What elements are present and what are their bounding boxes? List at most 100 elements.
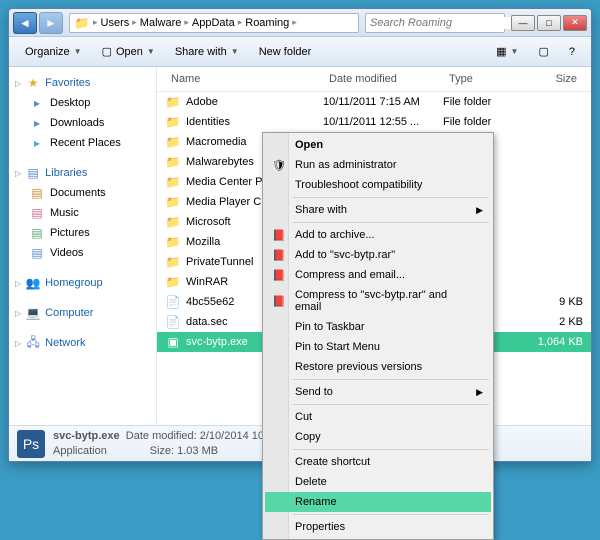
col-size[interactable]: Size: [523, 71, 583, 87]
computer-icon: 💻: [25, 305, 41, 321]
menu-separator: [293, 197, 489, 198]
sidebar-icon: ▤: [29, 185, 45, 201]
menu-icon: 📕: [271, 267, 287, 283]
sidebar-item[interactable]: ▸Recent Places: [11, 133, 154, 153]
close-button[interactable]: ✕: [563, 15, 587, 31]
menu-item[interactable]: 📕 Add to "svc-bytp.rar": [265, 245, 491, 265]
preview-button[interactable]: ▢: [530, 42, 556, 61]
menu-item[interactable]: Pin to Taskbar: [265, 317, 491, 337]
column-headers: Name Date modified Type Size: [157, 67, 591, 92]
sidebar-homegroup[interactable]: ▷👥Homegroup: [11, 273, 154, 293]
file-icon: 📁: [165, 114, 181, 130]
sidebar-item[interactable]: ▤Music: [11, 203, 154, 223]
menu-item[interactable]: Open: [265, 135, 491, 155]
menu-icon: 📕: [271, 293, 287, 309]
star-icon: ★: [25, 75, 41, 91]
breadcrumb[interactable]: Users: [101, 17, 130, 29]
sidebar-icon: ▤: [29, 205, 45, 221]
menu-item[interactable]: Delete: [265, 472, 491, 492]
menu-item[interactable]: 🛡 Run as administrator: [265, 155, 491, 175]
file-icon: 📁: [165, 94, 181, 110]
sidebar-item[interactable]: ▤Videos: [11, 243, 154, 263]
menu-item[interactable]: Cut: [265, 407, 491, 427]
file-icon: 📁: [165, 154, 181, 170]
file-icon: 📁: [165, 174, 181, 190]
col-type[interactable]: Type: [443, 71, 523, 87]
toolbar: Organize▼ ▢Open▼ Share with▼ New folder …: [9, 37, 591, 67]
menu-separator: [293, 222, 489, 223]
file-icon: 📁: [165, 234, 181, 250]
submenu-arrow: ▶: [476, 387, 483, 398]
sidebar: ▷★Favorites ▸Desktop▸Downloads▸Recent Pl…: [9, 67, 157, 425]
sidebar-item[interactable]: ▤Documents: [11, 183, 154, 203]
menu-item[interactable]: Copy: [265, 427, 491, 447]
sidebar-icon: ▸: [29, 135, 45, 151]
menu-separator: [293, 404, 489, 405]
help-button[interactable]: ?: [561, 43, 583, 61]
menu-separator: [293, 449, 489, 450]
back-button[interactable]: ◄: [13, 12, 37, 34]
menu-item[interactable]: Properties: [265, 517, 491, 537]
breadcrumb[interactable]: Malware: [140, 17, 182, 29]
file-icon: 📄: [165, 314, 181, 330]
file-icon: 📁: [165, 134, 181, 150]
menu-item[interactable]: Send to ▶: [265, 382, 491, 402]
menu-item[interactable]: 📕 Compress to "svc-bytp.rar" and email: [265, 285, 491, 317]
search-input[interactable]: [370, 17, 513, 29]
sidebar-item[interactable]: ▸Desktop: [11, 93, 154, 113]
file-icon: 📄: [165, 294, 181, 310]
menu-item[interactable]: Rename: [265, 492, 491, 512]
sidebar-libraries[interactable]: ▷▤Libraries: [11, 163, 154, 183]
sidebar-item[interactable]: ▤Pictures: [11, 223, 154, 243]
organize-button[interactable]: Organize▼: [17, 43, 90, 61]
forward-button[interactable]: ►: [39, 12, 63, 34]
titlebar: ◄ ► 📁 ▸ Users▸ Malware▸ AppData▸ Roaming…: [9, 9, 591, 37]
sidebar-icon: ▸: [29, 95, 45, 111]
file-icon: 📁: [165, 194, 181, 210]
menu-item[interactable]: Share with ▶: [265, 200, 491, 220]
menu-icon: 🛡: [271, 157, 287, 173]
menu-item[interactable]: Restore previous versions: [265, 357, 491, 377]
sidebar-favorites[interactable]: ▷★Favorites: [11, 73, 154, 93]
file-icon: 📁: [165, 214, 181, 230]
menu-icon: 📕: [271, 247, 287, 263]
sidebar-icon: ▸: [29, 115, 45, 131]
sidebar-icon: ▤: [29, 245, 45, 261]
file-icon: ▣: [165, 334, 181, 350]
open-button[interactable]: ▢Open▼: [94, 42, 163, 61]
file-icon: 📁: [165, 274, 181, 290]
sidebar-network[interactable]: ▷🖧Network: [11, 333, 154, 353]
file-icon: 📁: [165, 254, 181, 270]
col-date[interactable]: Date modified: [323, 71, 443, 87]
menu-separator: [293, 514, 489, 515]
menu-item[interactable]: Troubleshoot compatibility: [265, 175, 491, 195]
share-button[interactable]: Share with▼: [167, 43, 247, 61]
folder-icon: 📁: [74, 15, 90, 31]
menu-item[interactable]: 📕 Add to archive...: [265, 225, 491, 245]
sidebar-item[interactable]: ▸Downloads: [11, 113, 154, 133]
details-name: svc-bytp.exe: [53, 430, 120, 442]
network-icon: 🖧: [25, 335, 41, 351]
submenu-arrow: ▶: [476, 205, 483, 216]
open-icon: ▢: [102, 45, 112, 58]
menu-separator: [293, 379, 489, 380]
menu-item[interactable]: 📕 Compress and email...: [265, 265, 491, 285]
minimize-button[interactable]: —: [511, 15, 535, 31]
sidebar-computer[interactable]: ▷💻Computer: [11, 303, 154, 323]
menu-icon: 📕: [271, 227, 287, 243]
maximize-button[interactable]: □: [537, 15, 561, 31]
context-menu: Open 🛡 Run as administrator Troubleshoot…: [262, 132, 494, 540]
view-button[interactable]: ▦▼: [488, 42, 526, 61]
homegroup-icon: 👥: [25, 275, 41, 291]
address-bar[interactable]: 📁 ▸ Users▸ Malware▸ AppData▸ Roaming▸: [69, 13, 359, 33]
file-row[interactable]: 📁Adobe 10/11/2011 7:15 AM File folder: [157, 92, 591, 112]
sidebar-icon: ▤: [29, 225, 45, 241]
col-name[interactable]: Name: [165, 71, 323, 87]
menu-item[interactable]: Create shortcut: [265, 452, 491, 472]
breadcrumb[interactable]: Roaming: [245, 17, 289, 29]
breadcrumb[interactable]: AppData: [192, 17, 235, 29]
search-box[interactable]: 🔍: [365, 13, 505, 33]
newfolder-button[interactable]: New folder: [251, 43, 320, 61]
menu-item[interactable]: Pin to Start Menu: [265, 337, 491, 357]
file-row[interactable]: 📁Identities 10/11/2011 12:55 ... File fo…: [157, 112, 591, 132]
